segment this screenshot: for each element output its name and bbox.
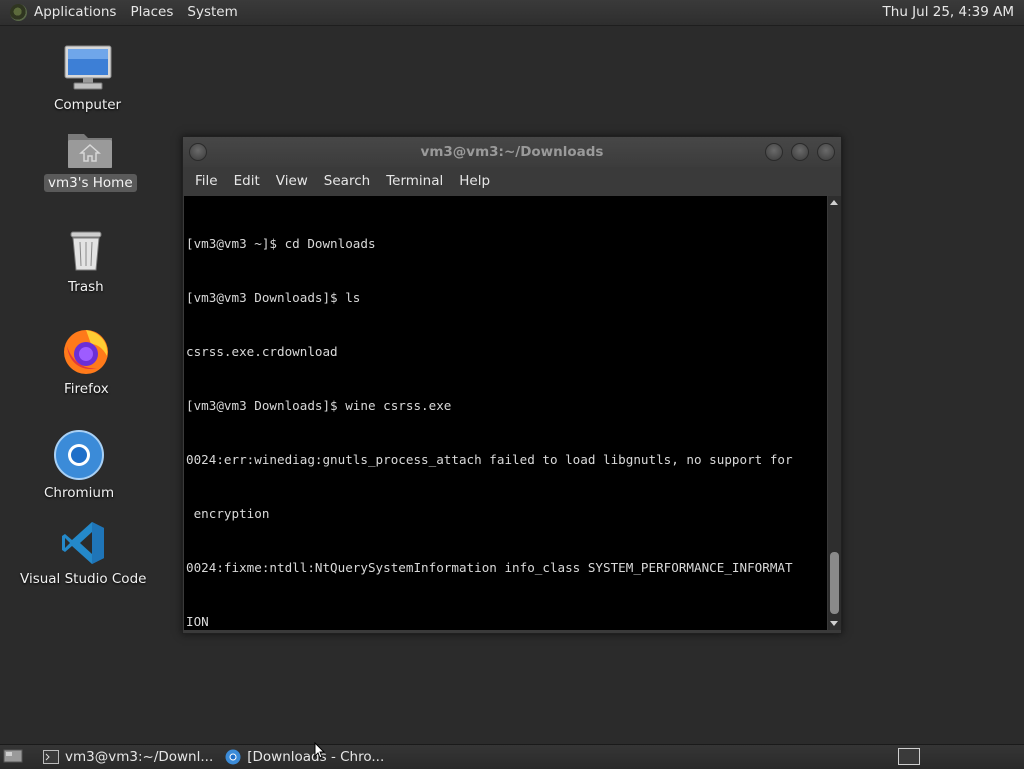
menu-view[interactable]: View <box>268 173 316 189</box>
terminal-line: 0024:fixme:ntdll:NtQuerySystemInformatio… <box>186 560 793 575</box>
desktop-icon-label: Trash <box>68 279 104 295</box>
terminal-titlebar[interactable]: vm3@vm3:~/Downloads <box>183 137 841 167</box>
terminal-scrollbar[interactable] <box>828 196 841 630</box>
terminal-window[interactable]: vm3@vm3:~/Downloads File Edit View Searc… <box>182 136 842 634</box>
bottom-panel: vm3@vm3:~/Downl... [Downloads - Chro... <box>0 744 1024 769</box>
scroll-down-icon[interactable] <box>830 621 838 626</box>
task-chromium[interactable]: [Downloads - Chro... <box>219 746 390 768</box>
desktop-icon-label: Chromium <box>44 485 115 501</box>
desktop-icon-computer[interactable]: Computer <box>50 44 125 114</box>
applications-menu-label: Applications <box>34 4 117 20</box>
computer-icon <box>64 45 112 90</box>
terminal-output[interactable]: [vm3@vm3 ~]$ cd Downloads [vm3@vm3 Downl… <box>184 196 827 630</box>
places-menu[interactable]: Places <box>123 0 180 25</box>
top-menu: Applications Places System <box>0 0 245 25</box>
terminal-line: ION <box>186 614 209 629</box>
vscode-icon <box>62 522 105 564</box>
terminal-line: [vm3@vm3 ~]$ cd Downloads <box>186 236 376 251</box>
menu-edit[interactable]: Edit <box>226 173 268 189</box>
desktop-icon-label: Firefox <box>64 381 109 397</box>
menu-search[interactable]: Search <box>316 173 378 189</box>
terminal-icon <box>43 750 59 764</box>
task-label: vm3@vm3:~/Downl... <box>65 749 214 765</box>
terminal-line: 0024:err:winediag:gnutls_process_attach … <box>186 452 793 467</box>
menu-help[interactable]: Help <box>451 173 498 189</box>
terminal-line: [vm3@vm3 Downloads]$ ls <box>186 290 361 305</box>
show-desktop-button[interactable] <box>3 748 25 766</box>
minimize-button[interactable] <box>765 143 783 161</box>
desktop-icon-firefox[interactable]: Firefox <box>60 326 113 398</box>
desktop-icon-trash[interactable]: Trash <box>64 228 108 296</box>
mate-logo-icon <box>10 4 27 21</box>
menu-terminal[interactable]: Terminal <box>378 173 451 189</box>
desktop-icon-home[interactable]: vm3's Home <box>44 128 137 192</box>
clock[interactable]: Thu Jul 25, 4:39 AM <box>877 0 1020 25</box>
show-desktop-icon <box>3 749 23 763</box>
close-button[interactable] <box>817 143 835 161</box>
menu-file[interactable]: File <box>187 173 226 189</box>
terminal-line: csrss.exe.crdownload <box>186 344 338 359</box>
workspace-switcher[interactable] <box>898 748 920 765</box>
home-folder-icon <box>68 134 113 168</box>
terminal-title: vm3@vm3:~/Downloads <box>420 144 604 160</box>
trash-icon <box>70 231 102 271</box>
mouse-pointer-icon <box>314 742 326 759</box>
chromium-icon <box>225 749 241 765</box>
maximize-button[interactable] <box>791 143 809 161</box>
terminal-menubar: File Edit View Search Terminal Help <box>183 167 841 195</box>
task-terminal[interactable]: vm3@vm3:~/Downl... <box>37 746 219 768</box>
terminal-line: encryption <box>186 506 270 521</box>
scroll-up-icon[interactable] <box>830 200 838 205</box>
terminal-line: [vm3@vm3 Downloads]$ wine csrss.exe <box>186 398 452 413</box>
desktop-icon-label: Computer <box>54 97 122 113</box>
system-menu[interactable]: System <box>180 0 244 25</box>
desktop-icon-label: vm3's Home <box>44 174 137 192</box>
firefox-icon <box>64 330 109 374</box>
applications-menu[interactable]: Applications <box>0 0 123 25</box>
desktop-icon-chromium[interactable]: Chromium <box>40 430 118 502</box>
chromium-icon <box>54 430 105 480</box>
desktop-icon-label: Visual Studio Code <box>20 571 147 587</box>
scroll-thumb[interactable] <box>830 552 839 614</box>
window-menu-icon[interactable] <box>189 143 207 161</box>
top-panel: Applications Places System Thu Jul 25, 4… <box>0 0 1024 26</box>
desktop-icon-vscode[interactable]: Visual Studio Code <box>16 520 150 588</box>
